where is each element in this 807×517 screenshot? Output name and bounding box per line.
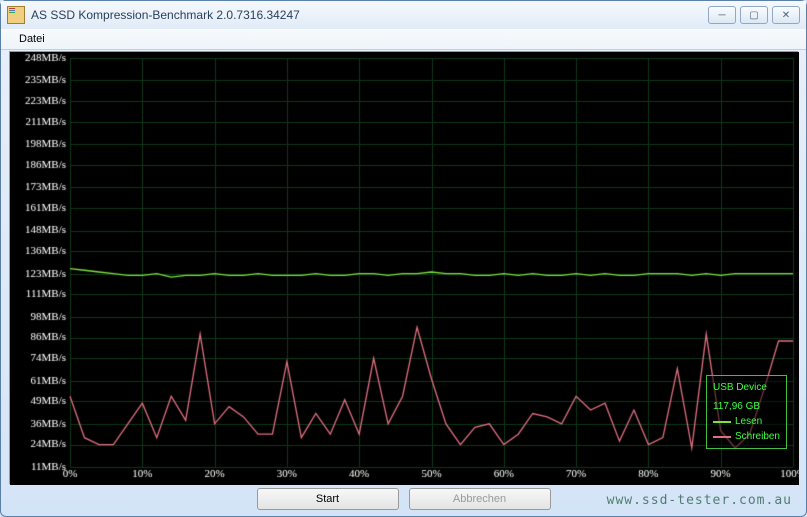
titlebar: AS SSD Kompression-Benchmark 2.0.7316.34…: [1, 1, 806, 29]
legend-read-swatch: [713, 421, 731, 423]
window-title: AS SSD Kompression-Benchmark 2.0.7316.34…: [31, 8, 708, 22]
cancel-button: Abbrechen: [409, 488, 551, 510]
chart-area: USB Device 117,96 GB Lesen Schreiben: [9, 51, 798, 484]
menu-datei[interactable]: Datei: [11, 31, 53, 47]
close-button[interactable]: ✕: [772, 6, 800, 24]
watermark: www.ssd-tester.com.au: [607, 493, 792, 508]
window-controls: ─ ▢ ✕: [708, 6, 800, 24]
legend-write: Schreiben: [713, 429, 780, 444]
minimize-button[interactable]: ─: [708, 6, 736, 24]
legend-device: USB Device: [713, 380, 780, 395]
menubar: Datei: [1, 29, 806, 50]
legend-write-swatch: [713, 436, 731, 438]
legend-capacity: 117,96 GB: [713, 399, 780, 414]
start-button[interactable]: Start: [257, 488, 399, 510]
legend-read: Lesen: [713, 414, 780, 429]
legend-box: USB Device 117,96 GB Lesen Schreiben: [706, 375, 787, 449]
app-icon: [7, 6, 25, 24]
app-window: AS SSD Kompression-Benchmark 2.0.7316.34…: [0, 0, 807, 517]
maximize-button[interactable]: ▢: [740, 6, 768, 24]
